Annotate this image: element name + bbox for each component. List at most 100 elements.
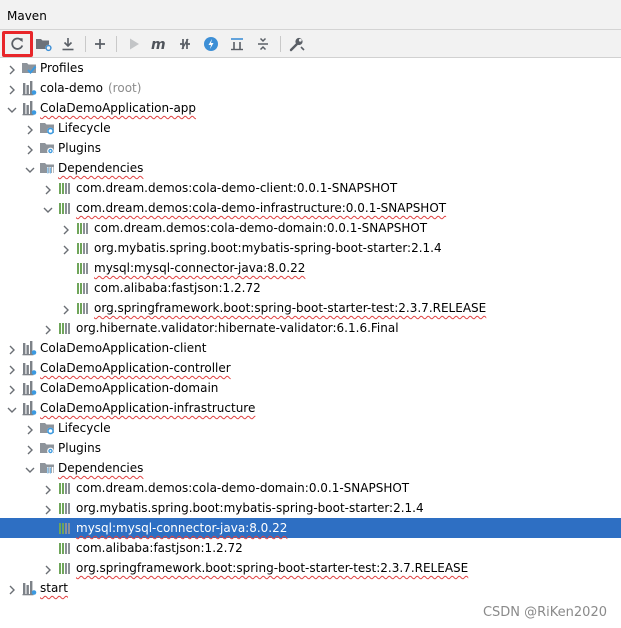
chevron-right-icon[interactable] — [42, 322, 54, 335]
tool-window-title: Maven — [0, 0, 621, 30]
plus-icon — [95, 39, 105, 49]
tree-node[interactable]: com.alibaba:fastjson:1.2.72 — [0, 538, 621, 558]
generate-sources-button[interactable] — [34, 34, 54, 54]
tree-node-label: Dependencies — [58, 461, 144, 475]
svg-text:m: m — [151, 37, 166, 52]
tree-node-label: com.dream.demos:cola-demo-domain:0.0.1-S… — [76, 481, 410, 495]
tree-node[interactable]: com.dream.demos:cola-demo-domain:0.0.1-S… — [0, 218, 621, 238]
maven-module-icon — [21, 380, 37, 396]
chevron-right-icon[interactable] — [24, 422, 36, 435]
tree-node-label: com.alibaba:fastjson:1.2.72 — [76, 541, 243, 555]
tree-node[interactable]: ColaDemoApplication-app — [0, 98, 621, 118]
play-icon — [130, 38, 139, 50]
tree-node[interactable]: mysql:mysql-connector-java:8.0.22 — [0, 258, 621, 278]
chevron-down-icon[interactable] — [42, 202, 54, 214]
chevron-down-icon[interactable] — [24, 462, 36, 474]
tree-node[interactable]: org.mybatis.spring.boot:mybatis-spring-b… — [0, 238, 621, 258]
maven-module-icon — [21, 80, 37, 96]
refresh-icon — [11, 37, 24, 50]
tree-node[interactable]: Dependencies — [0, 158, 621, 178]
tree-node-label: Lifecycle — [58, 121, 111, 135]
tree-node[interactable]: org.mybatis.spring.boot:mybatis-spring-b… — [0, 498, 621, 518]
run-maven-build-button[interactable] — [124, 34, 144, 54]
chevron-down-icon[interactable] — [24, 162, 36, 174]
tree-node-label: org.mybatis.spring.boot:mybatis-spring-b… — [94, 241, 442, 255]
chevron-right-icon[interactable] — [6, 382, 18, 395]
download-icon — [62, 38, 74, 51]
chevron-right-icon[interactable] — [6, 342, 18, 355]
chevron-down-icon[interactable] — [6, 102, 18, 114]
chevron-right-icon[interactable] — [24, 442, 36, 455]
chevron-right-icon[interactable] — [42, 482, 54, 495]
tree-node[interactable]: Plugins — [0, 138, 621, 158]
show-dependencies-button[interactable] — [227, 34, 247, 54]
toggle-skip-tests-button[interactable] — [201, 34, 221, 54]
chevron-right-icon[interactable] — [60, 242, 72, 255]
tree-node-label: ColaDemoApplication-controller — [40, 361, 231, 375]
tree-node[interactable]: Dependencies — [0, 458, 621, 478]
tree-node[interactable]: Lifecycle — [0, 118, 621, 138]
download-sources-button[interactable] — [58, 34, 78, 54]
toolbar-separator — [116, 36, 117, 52]
chevron-right-icon[interactable] — [24, 122, 36, 135]
tree-node[interactable]: start — [0, 578, 621, 598]
add-maven-project-button[interactable] — [90, 34, 110, 54]
execute-maven-goal-button[interactable]: m — [149, 34, 169, 54]
chevron-right-icon[interactable] — [60, 302, 72, 315]
library-icon — [57, 180, 73, 196]
toggle-offline-mode-button[interactable] — [175, 34, 195, 54]
dependencies-folder-icon — [39, 460, 55, 476]
tree-node[interactable]: cola-demo (root) — [0, 78, 621, 98]
tree-node-label: Dependencies — [58, 161, 144, 175]
toolbar-separator — [280, 36, 281, 52]
maven-module-icon — [21, 360, 37, 376]
maven-module-icon — [21, 100, 37, 116]
chevron-down-icon[interactable] — [6, 402, 18, 414]
tree-node[interactable]: com.alibaba:fastjson:1.2.72 — [0, 278, 621, 298]
tree-node[interactable]: Profiles — [0, 58, 621, 78]
tree-node[interactable]: ColaDemoApplication-controller — [0, 358, 621, 378]
tree-node[interactable]: ColaDemoApplication-domain — [0, 378, 621, 398]
m-icon: m — [151, 37, 166, 52]
tree-node-label: ColaDemoApplication-domain — [40, 381, 219, 395]
tree-node-label: ColaDemoApplication-app — [40, 101, 197, 115]
tree-node[interactable]: com.dream.demos:cola-demo-domain:0.0.1-S… — [0, 478, 621, 498]
chevron-right-icon[interactable] — [6, 582, 18, 595]
tree-node-label: com.dream.demos:cola-demo-infrastructure… — [76, 201, 447, 215]
maven-settings-button[interactable] — [287, 34, 307, 54]
tree-node[interactable]: mysql:mysql-connector-java:8.0.22 — [0, 518, 621, 538]
tree-node[interactable]: ColaDemoApplication-infrastructure — [0, 398, 621, 418]
tree-node-label: org.springframework.boot:spring-boot-sta… — [76, 561, 469, 575]
maven-module-icon — [21, 340, 37, 356]
tree-node[interactable]: Lifecycle — [0, 418, 621, 438]
plugins-folder-icon — [39, 140, 55, 156]
tree-node-label: com.alibaba:fastjson:1.2.72 — [94, 281, 261, 295]
chevron-right-icon[interactable] — [6, 362, 18, 375]
chevron-right-icon[interactable] — [60, 222, 72, 235]
tree-node-label: mysql:mysql-connector-java:8.0.22 — [76, 521, 288, 535]
tree-node[interactable]: org.hibernate.validator:hibernate-valida… — [0, 318, 621, 338]
toolbar-separator — [85, 36, 86, 52]
tree-node[interactable]: ColaDemoApplication-client — [0, 338, 621, 358]
tree-node[interactable]: org.springframework.boot:spring-boot-sta… — [0, 298, 621, 318]
folder-gear-icon — [36, 39, 52, 52]
library-icon — [57, 500, 73, 516]
tree-node-label: Profiles — [40, 61, 84, 75]
chevron-right-icon[interactable] — [6, 62, 18, 75]
library-icon — [75, 220, 91, 236]
chevron-right-icon[interactable] — [6, 82, 18, 95]
chevron-right-icon[interactable] — [42, 562, 54, 575]
collapse-all-button[interactable] — [253, 34, 273, 54]
tree-node-label: com.dream.demos:cola-demo-client:0.0.1-S… — [76, 181, 398, 195]
tree-node[interactable]: com.dream.demos:cola-demo-infrastructure… — [0, 198, 621, 218]
chevron-right-icon[interactable] — [42, 182, 54, 195]
lifecycle-folder-icon — [39, 420, 55, 436]
tree-node-label: com.dream.demos:cola-demo-domain:0.0.1-S… — [94, 221, 428, 235]
chevron-right-icon[interactable] — [42, 502, 54, 515]
tree-node[interactable]: org.springframework.boot:spring-boot-sta… — [0, 558, 621, 578]
tree-node[interactable]: Plugins — [0, 438, 621, 458]
maven-module-icon — [21, 580, 37, 596]
reload-all-maven-projects-button[interactable] — [7, 34, 27, 54]
chevron-right-icon[interactable] — [24, 142, 36, 155]
tree-node[interactable]: com.dream.demos:cola-demo-client:0.0.1-S… — [0, 178, 621, 198]
